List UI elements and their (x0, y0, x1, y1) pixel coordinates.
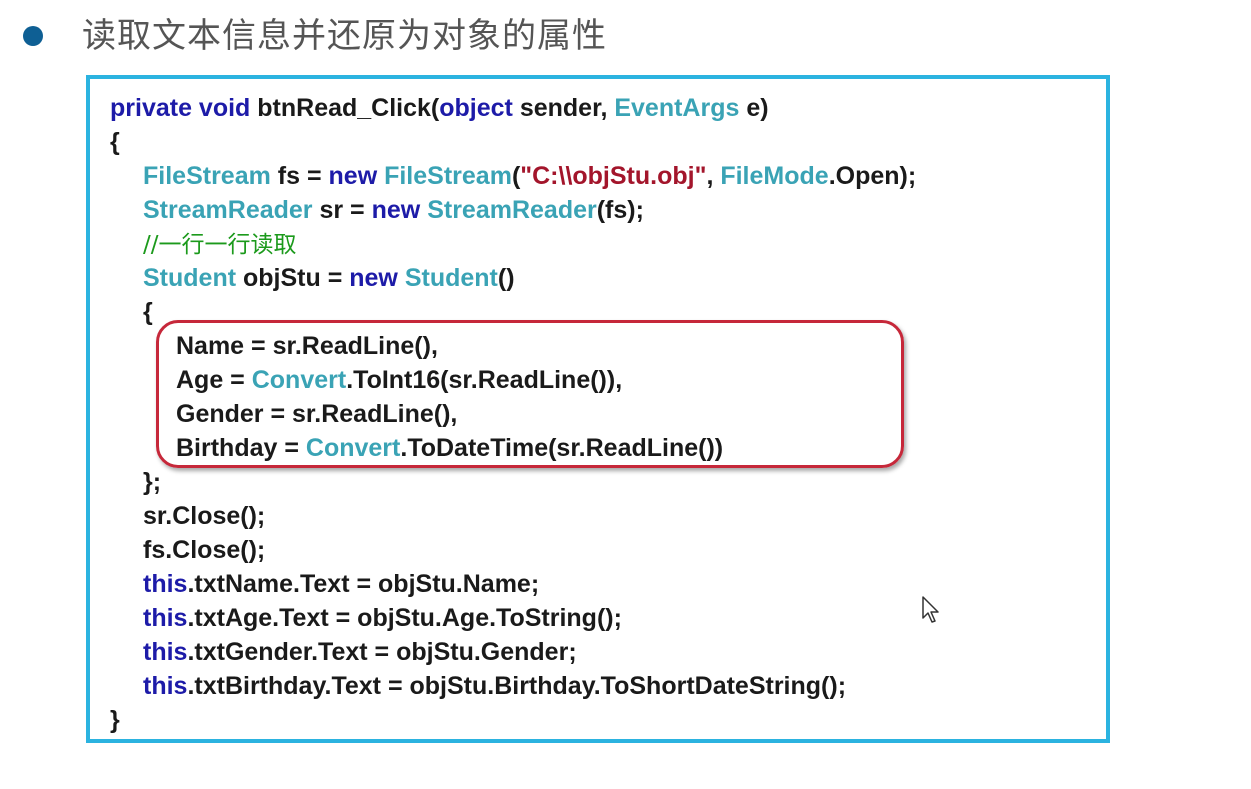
code-line-18: this.txtBirthday.Text = objStu.Birthday.… (110, 669, 916, 703)
code-line-17: this.txtGender.Text = objStu.Gender; (110, 635, 916, 669)
code-token: EventArgs (614, 94, 740, 122)
code-token: FileStream (384, 162, 512, 190)
slide-heading: 读取文本信息并还原为对象的属性 (82, 16, 607, 56)
code-string: "C:\\objStu.obj" (520, 162, 707, 190)
code-token: .txtBirthday.Text = objStu.Birthday.ToSh… (187, 672, 847, 700)
code-comment: //一行一行读取 (143, 232, 297, 258)
code-token: (fs); (596, 196, 644, 224)
code-token: .txtName.Text = objStu.Name; (187, 570, 540, 598)
code-token: .txtAge.Text = objStu.Age.ToString(); (187, 604, 622, 632)
code-token: fs = (270, 162, 329, 190)
code-token: objStu = (236, 264, 350, 292)
code-token: new (328, 162, 378, 190)
code-token: new (349, 264, 398, 292)
code-line-13: sr.Close(); (143, 502, 266, 530)
code-token: .ToInt16(sr.ReadLine()), (346, 366, 623, 394)
code-token: this (143, 570, 188, 598)
code-token: Student (404, 264, 498, 292)
code-line-19: } (110, 706, 120, 734)
code-block: private void btnRead_Click(object sender… (110, 91, 916, 737)
code-line-2: { (110, 128, 120, 156)
code-line-14: fs.Close(); (143, 536, 266, 564)
code-token: , (706, 162, 721, 190)
code-token: this (143, 604, 188, 632)
code-line-1: private void btnRead_Click(object sender… (110, 91, 916, 125)
code-token: this (143, 672, 188, 700)
code-line-7: { (143, 298, 153, 326)
code-line-16: this.txtAge.Text = objStu.Age.ToString()… (110, 601, 916, 635)
code-token: FileMode (720, 162, 829, 190)
code-token: .Open); (828, 162, 917, 190)
code-line-4: StreamReader sr = new StreamReader(fs); (110, 193, 916, 227)
mouse-pointer-icon (922, 596, 939, 623)
code-token: new (371, 196, 421, 224)
code-line-3: FileStream fs = new FileStream("C:\\objS… (110, 159, 916, 193)
code-token: btnRead_Click( (250, 94, 440, 122)
code-line-12: }; (143, 468, 162, 496)
code-token: this (143, 638, 188, 666)
code-token: FileStream (143, 162, 271, 190)
code-line-11: Birthday = Convert.ToDateTime(sr.ReadLin… (110, 431, 916, 465)
code-token: Student (143, 264, 237, 292)
code-line-15: this.txtName.Text = objStu.Name; (110, 567, 916, 601)
code-token: Convert (305, 434, 401, 462)
code-token: StreamReader (143, 196, 313, 224)
code-line-9: Age = Convert.ToInt16(sr.ReadLine()), (110, 363, 916, 397)
code-token: sr = (312, 196, 372, 224)
code-token: object (439, 94, 513, 122)
bullet-dot-icon (23, 26, 43, 46)
code-token: StreamReader (427, 196, 597, 224)
code-token: e) (739, 94, 769, 122)
code-token: Birthday = (176, 434, 306, 462)
code-token: sender, (512, 94, 615, 122)
code-token: private void (110, 94, 251, 122)
code-frame: private void btnRead_Click(object sender… (86, 75, 1110, 743)
code-token: .ToDateTime(sr.ReadLine()) (400, 434, 724, 462)
code-line-8: Name = sr.ReadLine(), (176, 332, 438, 360)
code-token: .txtGender.Text = objStu.Gender; (187, 638, 577, 666)
code-line-10: Gender = sr.ReadLine(), (176, 400, 458, 428)
code-token: Age = (176, 366, 252, 394)
code-token: () (497, 264, 515, 292)
code-token: Convert (251, 366, 347, 394)
code-line-6: Student objStu = new Student() (110, 261, 916, 295)
code-line-5: //一行一行读取 (110, 227, 916, 261)
